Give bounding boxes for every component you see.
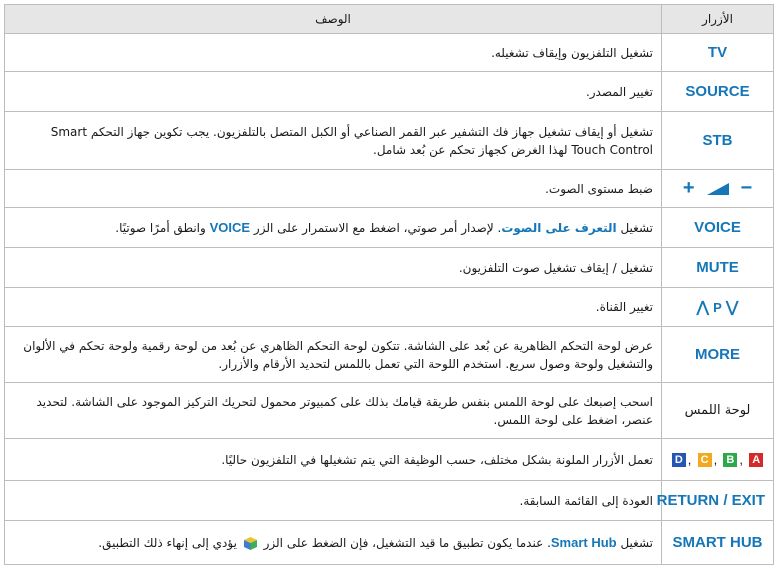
table-row-smart-hub: SMART HUB تشغيل Smart Hub. عندما يكون تط… <box>4 520 774 565</box>
stb-description-line2: Touch Control لهذا الغرض كجهاز تحكم عن ب… <box>373 142 653 157</box>
table-row-more: MORE عرض لوحة التحكم الظاهرية عن بُعد عل… <box>4 326 774 383</box>
mute-button-label: MUTE <box>661 247 774 288</box>
return-exit-keys: RETURN / EXIT <box>657 492 765 509</box>
volume-level-icon <box>706 182 729 195</box>
touchpad-description-line1: اسحب إصبعك على لوحة اللمس بنفس طريقة قيا… <box>36 394 654 409</box>
smart-hub-keyword: Smart Hub <box>550 534 617 550</box>
channel-description: تغيير القناة. <box>4 287 662 327</box>
stb-description: تشغيل أو إيقاف تشغيل جهاز فك التشفير عبر… <box>4 111 662 170</box>
table-row-color-keys: D, C, B, A تعمل الأزرار الملونة بشكل مخت… <box>4 438 774 481</box>
source-button-label: SOURCE <box>661 71 774 112</box>
more-description-line1: عرض لوحة التحكم الظاهرية عن بُعد على الش… <box>23 338 653 353</box>
color-keys-cell: D, C, B, A <box>661 438 774 481</box>
touchpad-description-line2: عنصر، اضغط على لوحة اللمس. <box>493 412 654 427</box>
channel-keys: ⋀ P ⋁ <box>697 299 739 316</box>
volume-minus-icon: − <box>740 177 753 199</box>
volume-button-cell: + − <box>661 169 774 208</box>
color-key-a: A <box>749 453 764 468</box>
mute-description: تشغيل / إيقاف تشغيل صوت التلفزيون. <box>4 247 662 288</box>
table-row-mute: MUTE تشغيل / إيقاف تشغيل صوت التلفزيون. <box>4 247 774 288</box>
voice-desc-part3: وانطق أمرًا صوتيًا. <box>115 220 206 235</box>
color-key-d: D <box>671 453 686 468</box>
more-description-line2: والتشغيل ولوحة وصول سريع. استخدم اللوحة … <box>218 356 653 371</box>
table-row-stb: STB تشغيل أو إيقاف تشغيل جهاز فك التشفير… <box>4 111 774 170</box>
smart-hub-button-label: SMART HUB <box>661 520 774 565</box>
tv-description: تشغيل التلفزيون وإيقاف تشغيله. <box>4 33 662 72</box>
voice-keyword: VOICE <box>209 219 251 235</box>
return-exit-description: العودة إلى القائمة السابقة. <box>4 480 662 521</box>
more-description: عرض لوحة التحكم الظاهرية عن بُعد على الش… <box>4 326 662 383</box>
header-buttons: الأزرار <box>661 4 774 34</box>
table-row-channel: ⋀ P ⋁ تغيير القناة. <box>4 287 774 327</box>
exit-button-label: EXIT <box>731 492 765 509</box>
color-keys: D, C, B, A <box>671 451 764 468</box>
table-row-tv: TV تشغيل التلفزيون وإيقاف تشغيله. <box>4 33 774 72</box>
smart-hub-desc-part1: تشغيل <box>620 535 653 550</box>
touchpad-description: اسحب إصبعك على لوحة اللمس بنفس طريقة قيا… <box>4 382 662 439</box>
table-row-return-exit: RETURN / EXIT العودة إلى القائمة السابقة… <box>4 480 774 521</box>
smart-hub-description: تشغيل Smart Hub. عندما يكون تطبيق ما قيد… <box>4 520 662 565</box>
smart-hub-desc-part3: يؤدي إلى إنهاء ذلك التطبيق. <box>98 535 237 550</box>
table-row-volume: + − ضبط مستوى الصوت. <box>4 169 774 208</box>
return-button-label: RETURN <box>656 492 720 509</box>
voice-description: تشغيل التعرف على الصوت. لإصدار أمر صوتي،… <box>4 207 662 248</box>
channel-button-cell: ⋀ P ⋁ <box>661 287 774 327</box>
source-description: تغيير المصدر. <box>4 71 662 112</box>
table-row-source: SOURCE تغيير المصدر. <box>4 71 774 112</box>
table-row-voice: VOICE تشغيل التعرف على الصوت. لإصدار أمر… <box>4 207 774 248</box>
voice-button-label: VOICE <box>661 207 774 248</box>
table-header-row: الأزرار الوصف <box>4 4 774 34</box>
tv-button-label: TV <box>661 33 774 72</box>
color-key-b: B <box>723 453 738 468</box>
return-exit-separator: / <box>723 492 728 509</box>
remote-buttons-table: الأزرار الوصف TV تشغيل التلفزيون وإيقاف … <box>4 4 774 565</box>
table-row-touchpad: لوحة اللمس اسحب إصبعك على لوحة اللمس بنف… <box>4 382 774 439</box>
voice-recognition-highlight: التعرف على الصوت <box>501 220 617 235</box>
volume-keys: + − <box>683 177 752 200</box>
color-key-c: C <box>697 453 712 468</box>
voice-desc-part1: تشغيل <box>620 220 653 235</box>
stb-description-line1: تشغيل أو إيقاف تشغيل جهاز فك التشفير عبر… <box>50 124 653 139</box>
more-button-label: MORE <box>661 326 774 383</box>
touchpad-button-label: لوحة اللمس <box>661 382 774 439</box>
volume-description: ضبط مستوى الصوت. <box>4 169 662 208</box>
channel-down-icon: ⋁ <box>726 299 739 316</box>
stb-button-label: STB <box>661 111 774 170</box>
header-description: الوصف <box>4 4 662 34</box>
smart-hub-cube-icon <box>243 536 257 550</box>
volume-plus-icon: + <box>682 177 695 199</box>
color-keys-description: تعمل الأزرار الملونة بشكل مختلف، حسب الو… <box>4 438 662 481</box>
channel-p-label: P <box>713 300 722 315</box>
voice-desc-part2: . لإصدار أمر صوتي، اضغط مع الاستمرار على… <box>253 220 502 235</box>
smart-hub-desc-part2: . عندما يكون تطبيق ما قيد التشغيل، فإن ا… <box>263 535 551 550</box>
channel-up-icon: ⋀ <box>696 299 709 316</box>
return-exit-cell: RETURN / EXIT <box>657 480 774 521</box>
